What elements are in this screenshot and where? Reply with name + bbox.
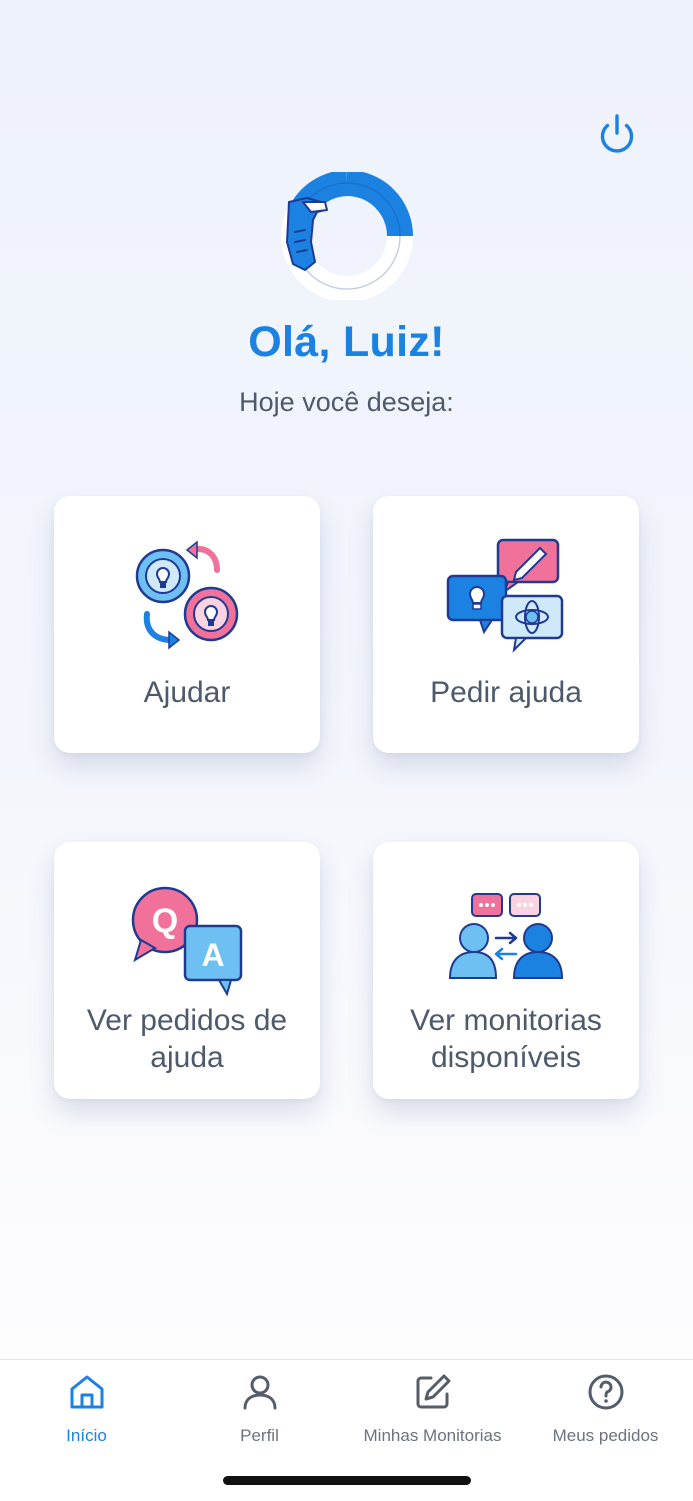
helping-hand-ring-logo: [281, 170, 413, 302]
help-card[interactable]: Ajudar: [54, 496, 320, 753]
home-indicator: [223, 1476, 471, 1485]
user-icon: [243, 1375, 276, 1410]
svg-text:Q: Q: [152, 902, 178, 940]
people-conversation-icon: [448, 893, 564, 979]
home-icon: [70, 1375, 103, 1409]
tab-my-requests-label: Meus pedidos: [552, 1426, 659, 1445]
view-tutoring-card[interactable]: Ver monitorias disponíveis: [373, 842, 639, 1099]
view-tutoring-card-label: Ver monitorias disponíveis: [410, 1004, 602, 1074]
tab-my-tutoring[interactable]: Minhas Monitorias: [346, 1360, 519, 1460]
tab-profile[interactable]: Perfil: [173, 1360, 346, 1460]
tab-my-tutoring-label: Minhas Monitorias: [363, 1426, 502, 1445]
qa-bubbles-icon: Q A: [131, 886, 243, 997]
view-help-requests-card-label: Ver pedidos de ajuda: [86, 1004, 288, 1074]
lightbulb-exchange-icon: [135, 540, 239, 650]
chat-bubbles-ideas-icon: [446, 538, 564, 653]
svg-text:A: A: [201, 937, 224, 973]
help-circle-icon: [588, 1374, 623, 1410]
logout-button[interactable]: [592, 110, 642, 160]
ask-help-card-label: Pedir ajuda: [430, 676, 582, 709]
help-card-label: Ajudar: [143, 676, 231, 709]
tab-profile-label: Perfil: [240, 1426, 279, 1445]
tab-home[interactable]: Início: [0, 1360, 173, 1460]
app-logo: [281, 170, 413, 302]
view-help-requests-card[interactable]: Q A Ver pedidos de ajuda: [54, 842, 320, 1099]
edit-icon: [416, 1374, 450, 1409]
ask-help-card[interactable]: Pedir ajuda: [373, 496, 639, 753]
power-icon: [600, 114, 634, 153]
greeting-subtitle: Hoje você deseja:: [239, 387, 454, 417]
greeting-title: Olá, Luiz!: [248, 318, 445, 366]
tab-my-requests[interactable]: Meus pedidos: [519, 1360, 692, 1460]
tab-home-label: Início: [66, 1426, 107, 1445]
